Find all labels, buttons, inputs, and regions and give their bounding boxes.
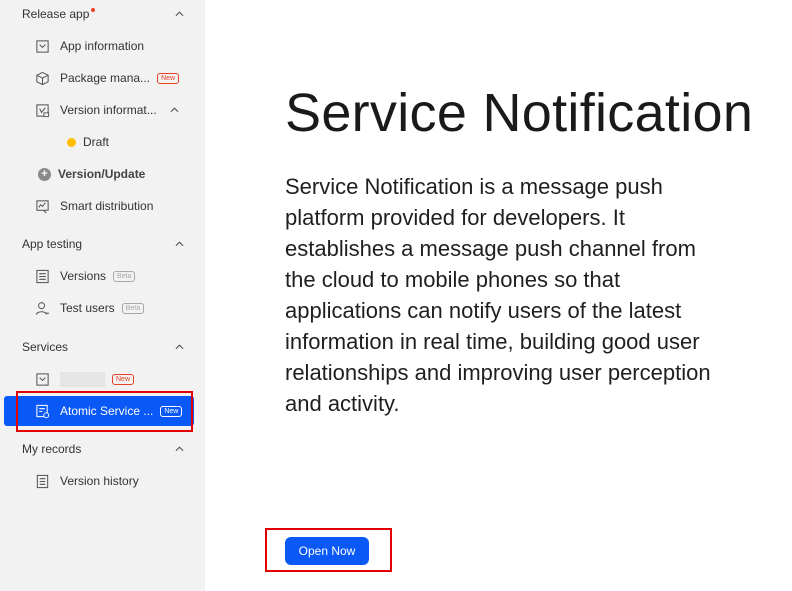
highlight-box-atomic-service — [16, 391, 193, 432]
user-icon — [34, 300, 50, 316]
sidebar-item-redacted-service[interactable]: New — [0, 364, 205, 394]
highlight-box-open-now — [265, 528, 392, 572]
beta-badge: Beta — [121, 303, 145, 315]
section-services-title: Services — [22, 340, 69, 354]
sidebar-item-test-users[interactable]: Test users Beta — [0, 293, 205, 323]
section-my-records[interactable]: My records — [22, 439, 184, 459]
chevron-up-icon[interactable] — [174, 9, 184, 19]
chevron-up-icon[interactable] — [174, 444, 184, 454]
chevron-up-icon[interactable] — [174, 239, 184, 249]
version-info-icon — [34, 102, 50, 118]
sidebar-item-label: Draft — [83, 135, 110, 149]
page-description: Service Notification is a message push p… — [285, 174, 711, 416]
sidebar-item-app-information[interactable]: App information — [0, 31, 205, 61]
section-app-testing[interactable]: App testing — [22, 234, 184, 254]
sidebar-item-versions[interactable]: Versions Beta — [0, 261, 205, 291]
section-my-records-title: My records — [22, 442, 82, 456]
section-services[interactable]: Services — [22, 337, 184, 357]
sidebar-item-smart-distribution[interactable]: Smart distribution — [0, 191, 205, 221]
sidebar-item-label: Version/Update — [58, 167, 146, 181]
page-title: Service Notification — [285, 83, 754, 143]
chevron-up-icon[interactable] — [169, 105, 179, 115]
history-doc-icon — [34, 473, 50, 489]
app-info-icon — [34, 38, 50, 54]
draft-status-dot — [67, 137, 76, 147]
sidebar-item-label: Version informat... — [60, 103, 157, 117]
new-badge: New — [112, 374, 135, 386]
versions-list-icon — [34, 268, 50, 284]
new-badge: New — [157, 73, 180, 85]
page-root: Release app App information Package mana… — [0, 0, 792, 591]
sidebar-item-version-history[interactable]: Version history — [0, 466, 205, 496]
section-release-app-title: Release app — [22, 7, 90, 21]
smart-distribution-icon — [34, 198, 50, 214]
plus-circle-icon: + — [38, 167, 51, 181]
sidebar-item-version-update[interactable]: + Version/Update — [0, 159, 205, 189]
sidebar: Release app App information Package mana… — [0, 0, 205, 591]
section-app-testing-title: App testing — [22, 237, 83, 251]
notification-dot — [91, 8, 96, 12]
package-icon — [34, 70, 50, 86]
sidebar-item-label: App information — [60, 39, 145, 53]
sidebar-item-draft[interactable]: Draft — [0, 127, 205, 157]
sidebar-item-label: Package mana... — [60, 71, 151, 85]
sidebar-item-label: Version history — [60, 474, 139, 488]
redacted-label — [60, 372, 105, 387]
service-icon — [34, 371, 50, 387]
beta-badge: Beta — [113, 271, 136, 283]
sidebar-item-package-management[interactable]: Package mana... New — [0, 63, 205, 93]
sidebar-item-label: Smart distribution — [60, 199, 154, 213]
sidebar-item-version-information[interactable]: Version informat... — [0, 95, 205, 125]
section-release-app[interactable]: Release app — [22, 4, 184, 24]
sidebar-item-label: Versions — [60, 269, 107, 283]
sidebar-item-label: Test users — [60, 301, 115, 315]
chevron-up-icon[interactable] — [174, 342, 184, 352]
